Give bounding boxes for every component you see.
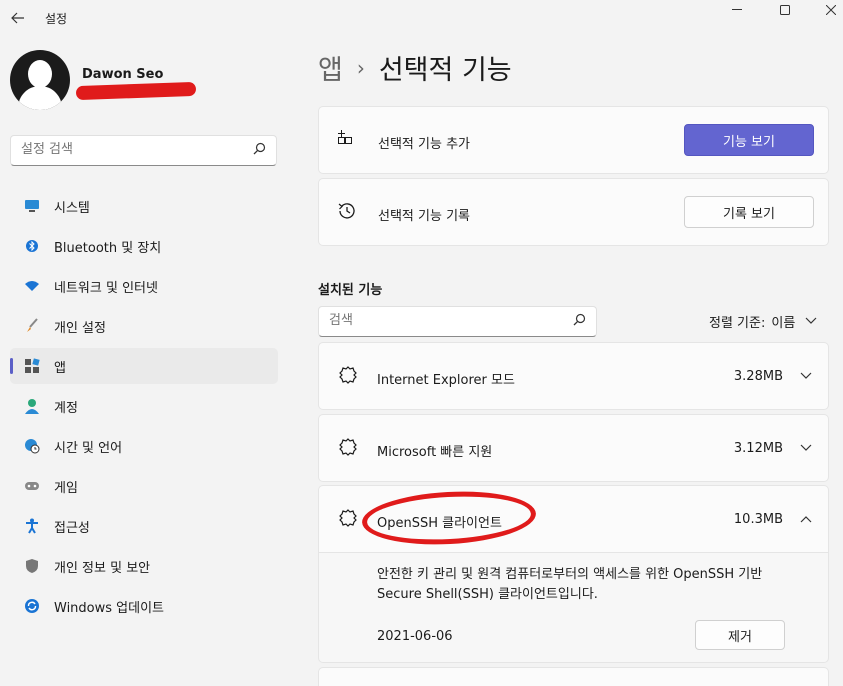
bluetooth-icon: [23, 237, 41, 255]
avatar: [10, 50, 70, 110]
breadcrumb-parent[interactable]: 앱: [318, 48, 343, 87]
update-icon: [23, 597, 41, 615]
globe-clock-icon: [23, 437, 41, 455]
wifi-icon: [23, 277, 41, 295]
add-grid-icon: [337, 129, 357, 154]
sidebar-item-accessibility[interactable]: 접근성: [10, 508, 278, 544]
feature-name: Internet Explorer 모드: [377, 373, 515, 388]
title-bar: 설정: [0, 0, 843, 36]
installed-features-title: 설치된 기능: [318, 283, 383, 298]
history-icon: [337, 201, 357, 226]
breadcrumb: 앱 › 선택적 기능: [318, 48, 512, 87]
chevron-down-icon[interactable]: [800, 441, 812, 455]
sidebar-item-label: 네트워크 및 인터넷: [54, 280, 158, 296]
sort-dropdown[interactable]: 정렬 기준: 이름: [709, 312, 817, 331]
breadcrumb-separator: ›: [356, 55, 365, 80]
brush-icon: [23, 317, 41, 335]
minimize-icon[interactable]: [717, 0, 757, 20]
feature-description: 안전한 키 관리 및 원격 컴퓨터로부터의 액세스를 위한 OpenSSH 기반…: [377, 567, 763, 602]
installed-search-box[interactable]: [318, 306, 597, 337]
feature-size: 3.28MB: [733, 369, 783, 384]
sort-label: 정렬 기준:: [709, 316, 766, 331]
sidebar-item-label: 개인 설정: [54, 320, 106, 336]
sidebar-item-apps[interactable]: 앱: [10, 348, 278, 384]
feature-details-openssh: 안전한 키 관리 및 원격 컴퓨터로부터의 액세스를 위한 OpenSSH 기반…: [318, 553, 829, 663]
sidebar-item-network[interactable]: 네트워크 및 인터넷: [10, 268, 278, 304]
add-feature-card: 선택적 기능 추가 기능 보기: [318, 106, 829, 174]
settings-window: 설정 Dawon Seo 시스템: [0, 0, 843, 686]
view-history-button[interactable]: 기록 보기: [684, 196, 814, 228]
sidebar-nav: 시스템 Bluetooth 및 장치 네트워크 및 인터넷 개인 설정 앱 계정…: [10, 188, 278, 628]
feature-row-next[interactable]: [318, 667, 829, 686]
sidebar-item-label: Bluetooth 및 장치: [54, 240, 162, 256]
monitor-icon: [23, 197, 41, 215]
maximize-icon[interactable]: [765, 0, 805, 20]
gamepad-icon: [23, 477, 41, 495]
search-icon: [573, 313, 586, 330]
accessibility-icon: [23, 517, 41, 535]
chevron-down-icon[interactable]: [800, 369, 812, 383]
add-feature-label: 선택적 기능 추가: [378, 137, 470, 152]
feature-history-label: 선택적 기능 기록: [378, 209, 470, 224]
sidebar-item-label: 게임: [54, 480, 78, 496]
install-date: 2021-06-06: [377, 629, 453, 644]
chevron-down-icon: [805, 315, 817, 328]
sidebar-item-label: 앱: [54, 360, 66, 376]
user-name: Dawon Seo: [82, 67, 164, 82]
sidebar-item-label: 계정: [54, 400, 78, 416]
remove-button[interactable]: 제거: [695, 620, 785, 650]
sidebar-item-gaming[interactable]: 게임: [10, 468, 278, 504]
sidebar-item-label: 시간 및 언어: [54, 440, 123, 456]
view-features-button[interactable]: 기능 보기: [684, 124, 814, 156]
installed-search-input[interactable]: [329, 313, 559, 328]
sidebar-item-label: 개인 정보 및 보안: [54, 560, 151, 576]
puzzle-gear-icon: [338, 365, 358, 390]
feature-row-ie-mode[interactable]: Internet Explorer 모드 3.28MB: [318, 342, 829, 410]
close-icon[interactable]: [811, 0, 843, 20]
feature-size: 10.3MB: [733, 512, 783, 527]
sort-value: 이름: [771, 316, 796, 331]
back-arrow-icon[interactable]: [8, 8, 28, 28]
sidebar-item-windows-update[interactable]: Windows 업데이트: [10, 588, 278, 624]
settings-search-input[interactable]: [21, 142, 241, 157]
sidebar-item-system[interactable]: 시스템: [10, 188, 278, 224]
shield-icon: [23, 557, 41, 575]
puzzle-gear-icon: [338, 437, 358, 462]
feature-row-quick-assist[interactable]: Microsoft 빠른 지원 3.12MB: [318, 414, 829, 482]
sidebar-item-label: Windows 업데이트: [54, 600, 165, 616]
page-title: 선택적 기능: [378, 55, 512, 86]
sidebar-item-label: 시스템: [54, 200, 90, 216]
sidebar-item-accounts[interactable]: 계정: [10, 388, 278, 424]
feature-size: 3.12MB: [733, 441, 783, 456]
app-title: 설정: [45, 12, 68, 26]
feature-name: Microsoft 빠른 지원: [377, 445, 493, 460]
person-icon: [23, 397, 41, 415]
chevron-up-icon[interactable]: [800, 512, 812, 526]
settings-search-box[interactable]: [10, 135, 277, 166]
redaction-mark: [75, 81, 197, 101]
active-indicator: [10, 358, 13, 374]
search-icon: [253, 142, 266, 159]
puzzle-gear-icon: [338, 508, 358, 533]
sidebar-item-privacy[interactable]: 개인 정보 및 보안: [10, 548, 278, 584]
feature-history-card: 선택적 기능 기록 기록 보기: [318, 178, 829, 246]
apps-icon: [23, 357, 41, 375]
sidebar-item-personalization[interactable]: 개인 설정: [10, 308, 278, 344]
sidebar-item-time-language[interactable]: 시간 및 언어: [10, 428, 278, 464]
sidebar-item-label: 접근성: [54, 520, 90, 536]
sidebar-item-bluetooth[interactable]: Bluetooth 및 장치: [10, 228, 278, 264]
